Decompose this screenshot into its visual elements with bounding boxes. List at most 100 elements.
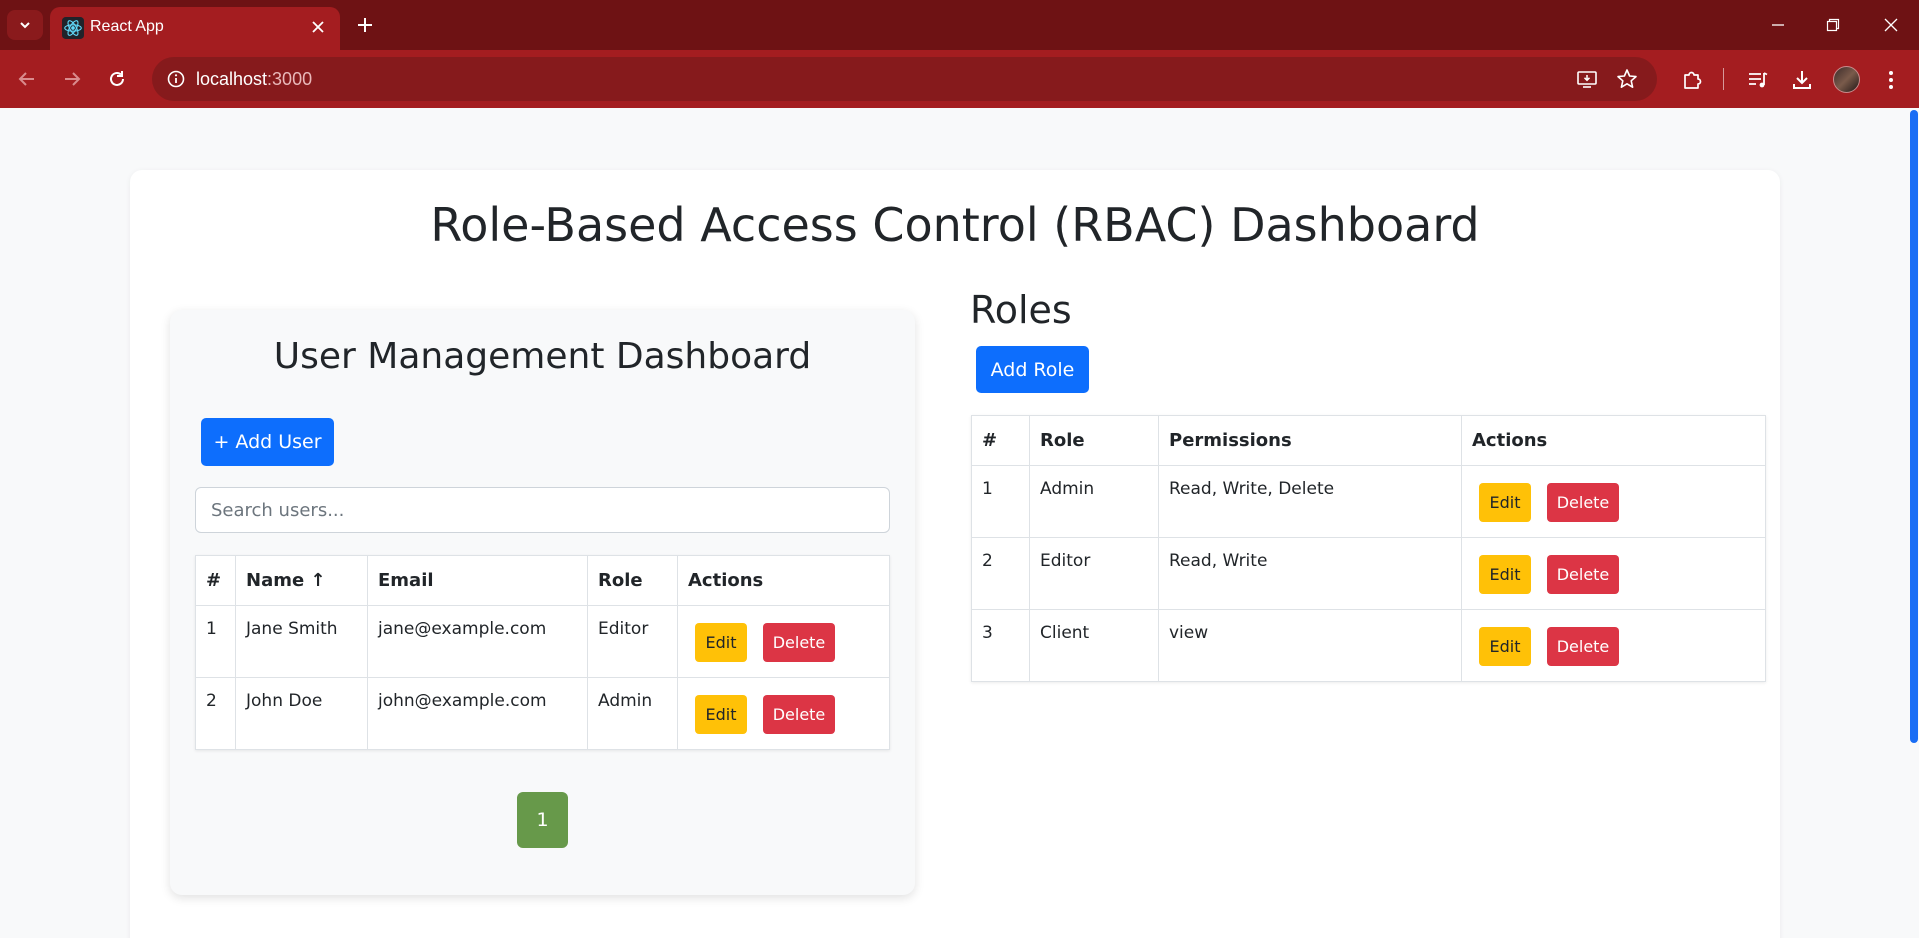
search-users-input[interactable] — [195, 487, 890, 533]
add-role-button[interactable]: Add Role — [976, 346, 1089, 393]
back-arrow-icon — [18, 72, 34, 86]
cell-number: 1 — [195, 605, 236, 678]
main-card: Role-Based Access Control (RBAC) Dashboa… — [130, 170, 1780, 938]
edit-user-button[interactable]: Edit — [695, 695, 747, 734]
col-name-sort[interactable]: Name ↑ — [235, 555, 368, 606]
browser-toolbar: localhost:3000 — [0, 50, 1919, 108]
col-email: Email — [367, 555, 588, 606]
extensions-button[interactable] — [1678, 66, 1706, 94]
user-management-panel: User Management Dashboard + Add User # N… — [170, 310, 915, 895]
tab-title: React App — [90, 18, 164, 35]
download-icon — [1793, 71, 1811, 89]
restore-icon — [1826, 18, 1840, 32]
cell-role: Editor — [1029, 537, 1159, 610]
new-tab-button[interactable] — [352, 12, 378, 38]
site-info-button[interactable] — [164, 67, 188, 91]
roles-table-header: # Role Permissions Actions — [971, 415, 1766, 466]
delete-role-button[interactable]: Delete — [1547, 627, 1619, 666]
cell-number: 1 — [971, 465, 1030, 538]
col-actions: Actions — [1461, 415, 1766, 466]
browser-tab-active[interactable]: React App — [50, 7, 340, 50]
table-row: 2 Editor Read, Write Edit Delete — [971, 537, 1766, 610]
page-viewport: Role-Based Access Control (RBAC) Dashboa… — [0, 108, 1919, 938]
address-bar[interactable]: localhost:3000 — [152, 57, 1657, 101]
tab-search-button[interactable] — [7, 10, 43, 40]
media-controls-button[interactable] — [1744, 66, 1772, 94]
delete-user-button[interactable]: Delete — [763, 623, 835, 662]
cell-name: Jane Smith — [235, 605, 368, 678]
cell-role: Client — [1029, 609, 1159, 682]
cell-number: 2 — [195, 677, 236, 750]
delete-role-button[interactable]: Delete — [1547, 483, 1619, 522]
tab-close-button[interactable] — [308, 17, 328, 37]
cell-number: 3 — [971, 609, 1030, 682]
add-user-button[interactable]: + Add User — [201, 418, 334, 466]
cell-actions: Edit Delete — [1461, 609, 1766, 682]
table-row: 1 Admin Read, Write, Delete Edit Delete — [971, 465, 1766, 538]
chevron-down-icon — [20, 22, 30, 29]
reload-button[interactable] — [103, 65, 131, 93]
url-port: :3000 — [267, 69, 313, 89]
react-icon — [62, 17, 84, 39]
edit-role-button[interactable]: Edit — [1479, 627, 1531, 666]
edit-user-button[interactable]: Edit — [695, 623, 747, 662]
page-scrollbar[interactable] — [1910, 110, 1918, 743]
cell-role: Editor — [587, 605, 678, 678]
cell-permissions: Read, Write, Delete — [1158, 465, 1462, 538]
table-row: 3 Client view Edit Delete — [971, 609, 1766, 682]
reload-icon — [110, 71, 124, 86]
col-actions: Actions — [677, 555, 890, 606]
info-icon — [167, 70, 185, 88]
toolbar-separator — [1723, 68, 1724, 90]
minimize-icon — [1772, 24, 1784, 26]
forward-arrow-icon — [65, 72, 81, 86]
cell-name: John Doe — [235, 677, 368, 750]
close-icon — [1884, 18, 1898, 32]
cell-role: Admin — [587, 677, 678, 750]
downloads-button[interactable] — [1788, 66, 1816, 94]
bookmark-button[interactable] — [1615, 67, 1639, 91]
cell-number: 2 — [971, 537, 1030, 610]
users-panel-title: User Management Dashboard — [273, 336, 812, 377]
cell-actions: Edit Delete — [677, 605, 890, 678]
kebab-menu-icon — [1889, 71, 1893, 89]
close-window-button[interactable] — [1876, 12, 1906, 38]
edit-role-button[interactable]: Edit — [1479, 555, 1531, 594]
cell-email: john@example.com — [367, 677, 588, 750]
browser-menu-button[interactable] — [1877, 66, 1905, 94]
col-permissions: Permissions — [1158, 415, 1462, 466]
browser-tab-bar: React App — [0, 0, 1919, 50]
url-host: localhost — [196, 69, 268, 89]
star-icon — [1617, 69, 1637, 88]
cell-actions: Edit Delete — [1461, 537, 1766, 610]
plus-icon — [358, 18, 372, 32]
roles-table: # Role Permissions Actions 1 Admin Read,… — [971, 415, 1766, 682]
restore-button[interactable] — [1818, 12, 1848, 38]
delete-user-button[interactable]: Delete — [763, 695, 835, 734]
col-role: Role — [1029, 415, 1159, 466]
back-button[interactable] — [13, 65, 41, 93]
pagination-page-button[interactable]: 1 — [517, 792, 568, 848]
roles-title: Roles — [970, 288, 1072, 332]
page-title: Role-Based Access Control (RBAC) Dashboa… — [430, 198, 1480, 252]
col-number: # — [195, 555, 236, 606]
table-row: 1 Jane Smith jane@example.com Editor Edi… — [195, 605, 890, 678]
col-number: # — [971, 415, 1030, 466]
install-app-button[interactable] — [1575, 67, 1599, 91]
cell-actions: Edit Delete — [1461, 465, 1766, 538]
close-icon — [312, 21, 324, 33]
profile-avatar[interactable] — [1833, 66, 1860, 93]
media-playlist-icon — [1749, 72, 1768, 88]
cell-permissions: Read, Write — [1158, 537, 1462, 610]
users-table: # Name ↑ Email Role Actions 1 Jane Smith… — [195, 555, 890, 750]
cell-role: Admin — [1029, 465, 1159, 538]
cell-email: jane@example.com — [367, 605, 588, 678]
minimize-button[interactable] — [1763, 12, 1793, 38]
install-app-icon — [1577, 71, 1597, 88]
edit-role-button[interactable]: Edit — [1479, 483, 1531, 522]
puzzle-icon — [1684, 71, 1702, 89]
forward-button[interactable] — [58, 65, 86, 93]
delete-role-button[interactable]: Delete — [1547, 555, 1619, 594]
url-text: localhost:3000 — [196, 69, 312, 90]
table-row: 2 John Doe john@example.com Admin Edit D… — [195, 677, 890, 750]
